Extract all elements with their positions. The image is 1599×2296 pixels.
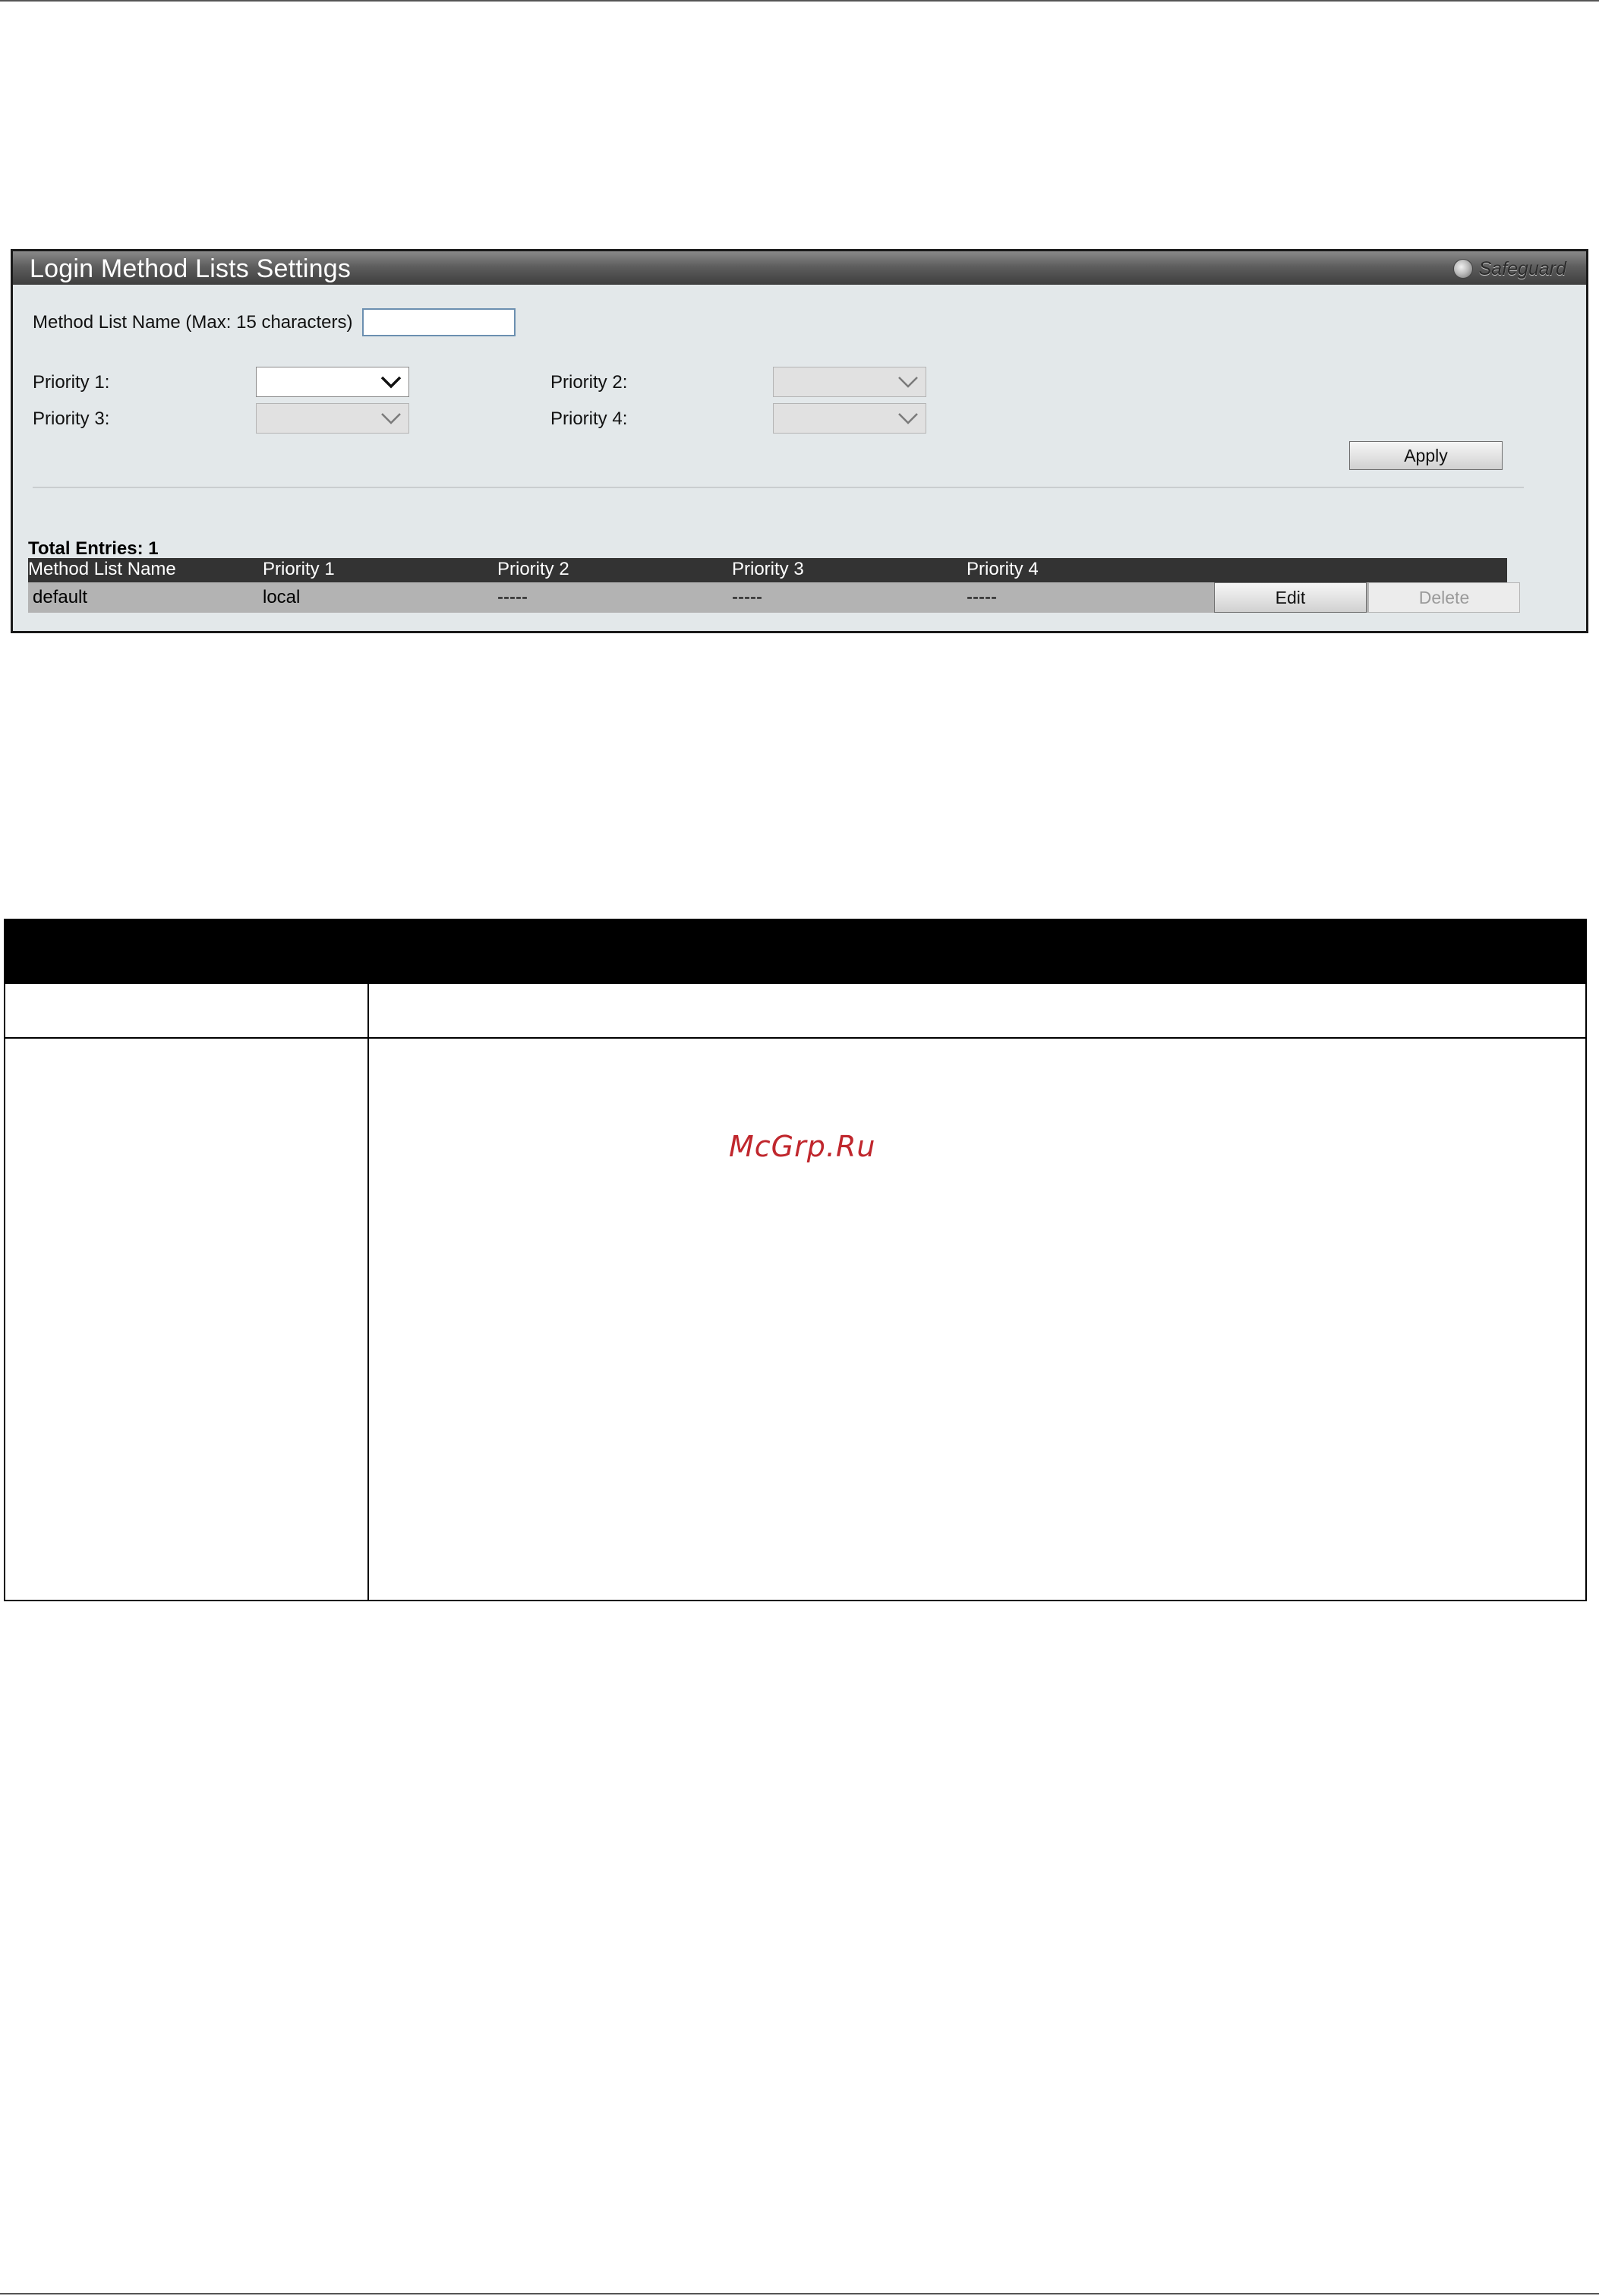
safeguard-indicator-icon [1452, 259, 1473, 279]
table-row: default local ----- ----- ----- Edit Del… [28, 582, 1520, 613]
apply-button[interactable]: Apply [1349, 441, 1503, 470]
chevron-down-icon [898, 413, 918, 424]
chevron-down-icon [898, 377, 918, 388]
edit-button[interactable]: Edit [1214, 582, 1367, 613]
description-table-header [4, 919, 1587, 984]
description-table-body [4, 984, 1587, 1601]
row-priority-2: ----- [497, 587, 528, 607]
watermark: McGrp.Ru [729, 1130, 876, 1163]
column-header-priority-4: Priority 4 [967, 559, 1039, 579]
column-header-method-list-name: Method List Name [28, 559, 176, 579]
priority1-label: Priority 1: [33, 372, 110, 393]
panel-title: Login Method Lists Settings [30, 254, 352, 283]
column-header-priority-3: Priority 3 [732, 559, 804, 579]
parameter-description-table [4, 919, 1587, 1601]
column-divider [367, 984, 369, 1600]
priority4-label: Priority 4: [550, 408, 628, 429]
priority3-select[interactable] [256, 403, 409, 434]
priority3-label: Priority 3: [33, 408, 110, 429]
column-header-priority-1: Priority 1 [263, 559, 335, 579]
method-list-name-input[interactable] [362, 308, 516, 336]
priority2-label: Priority 2: [550, 372, 628, 393]
row-priority-4: ----- [967, 587, 997, 607]
login-method-lists-panel: Login Method Lists Settings Safeguard Me… [11, 249, 1588, 633]
safeguard-indicator[interactable]: Safeguard [1452, 257, 1566, 279]
section-divider [33, 487, 1524, 488]
total-entries: Total Entries: 1 [28, 538, 159, 559]
bottom-rule [0, 2293, 1599, 2294]
row-method-list-name: default [33, 587, 88, 607]
method-list-name-label: Method List Name (Max: 15 characters) [33, 312, 353, 333]
entries-table-header: Method List Name Priority 1 Priority 2 P… [28, 558, 1507, 582]
top-rule [0, 0, 1599, 2]
row-divider [5, 1037, 1585, 1039]
column-header-priority-2: Priority 2 [497, 559, 569, 579]
delete-button[interactable]: Delete [1368, 582, 1520, 613]
safeguard-label: Safeguard [1478, 257, 1566, 279]
chevron-down-icon [381, 413, 401, 424]
priority1-select[interactable] [256, 367, 409, 397]
panel-header: Login Method Lists Settings Safeguard [13, 251, 1586, 285]
priority2-select[interactable] [773, 367, 926, 397]
row-priority-3: ----- [732, 587, 762, 607]
row-priority-1: local [263, 587, 301, 607]
priority4-select[interactable] [773, 403, 926, 434]
chevron-down-icon [380, 376, 402, 389]
